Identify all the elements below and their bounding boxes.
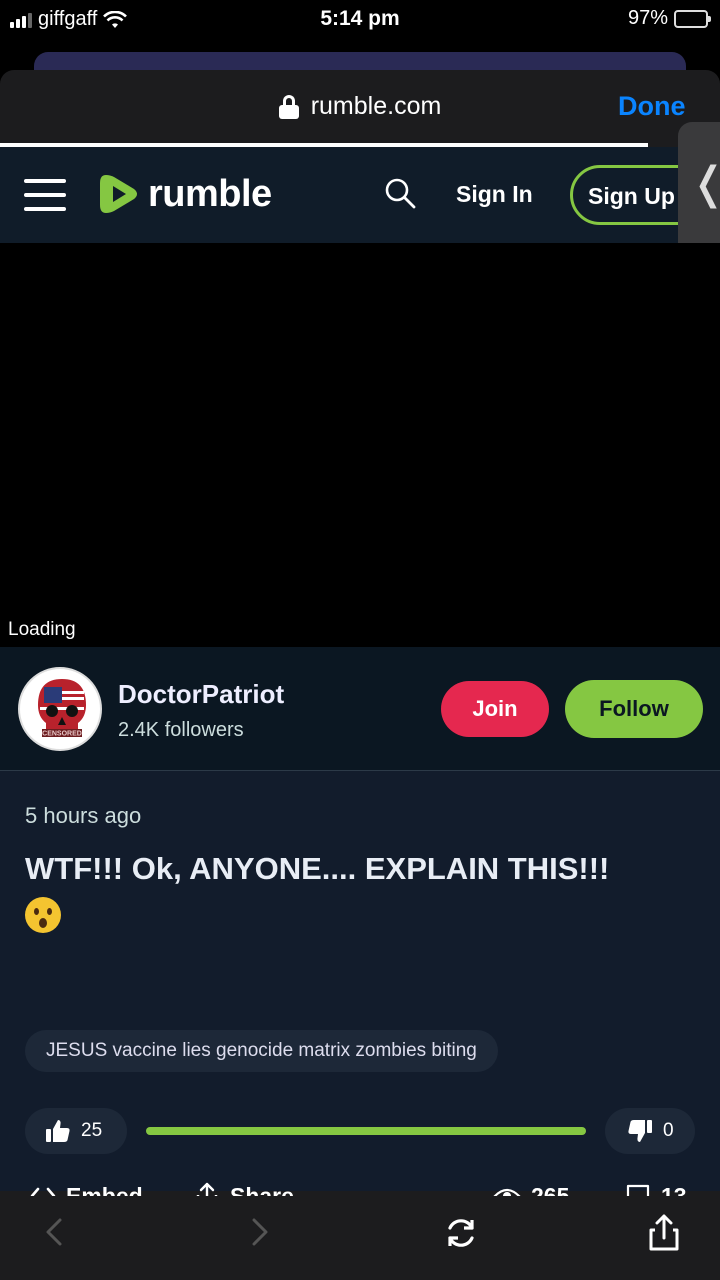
video-details: 5 hours ago WTF!!! Ok, ANYONE.... EXPLAI… xyxy=(0,771,720,1262)
lock-icon xyxy=(278,94,299,119)
follow-button[interactable]: Follow xyxy=(565,680,703,738)
rumble-logo[interactable]: rumble xyxy=(98,171,272,217)
channel-bar: CENSORED DoctorPatriot 2.4K followers Jo… xyxy=(0,647,720,771)
battery-status: 97% xyxy=(627,7,711,30)
dislike-button[interactable]: 0 xyxy=(605,1108,695,1154)
skull-flag-icon: CENSORED xyxy=(38,679,86,738)
video-loading-text: Loading xyxy=(8,619,76,640)
browser-sheet: rumble.com Done rumble Sign In Sign Up ❬… xyxy=(0,70,720,1280)
url-bar: rumble.com Done xyxy=(0,70,720,144)
like-ratio-bar xyxy=(146,1127,586,1135)
video-title: WTF!!! Ok, ANYONE.... EXPLAIN THIS!!! xyxy=(25,847,705,935)
upload-time: 5 hours ago xyxy=(25,803,142,828)
video-title-text: WTF!!! Ok, ANYONE.... EXPLAIN THIS!!! xyxy=(25,851,610,886)
clock: 5:14 pm xyxy=(320,7,400,30)
browser-toolbar xyxy=(0,1196,720,1280)
video-player[interactable]: Loading xyxy=(0,243,720,647)
battery-percent: 97% xyxy=(627,7,668,29)
reload-icon[interactable] xyxy=(442,1214,480,1252)
astonished-emoji-icon xyxy=(25,896,61,933)
video-tags[interactable]: JESUS vaccine lies genocide matrix zombi… xyxy=(25,1030,498,1072)
like-count: 25 xyxy=(81,1120,103,1141)
chevron-left-icon: ❬ xyxy=(690,158,720,209)
thumbs-down-icon xyxy=(628,1120,652,1142)
join-button[interactable]: Join xyxy=(441,681,549,737)
side-panel-handle[interactable]: ❬ xyxy=(678,122,720,262)
status-bar: giffgaff 5:14 pm 97% xyxy=(0,0,720,40)
channel-name[interactable]: DoctorPatriot xyxy=(118,679,284,710)
like-button[interactable]: 25 xyxy=(25,1108,127,1154)
menu-icon[interactable] xyxy=(24,179,66,211)
brand-name: rumble xyxy=(148,172,272,215)
done-button[interactable]: Done xyxy=(618,91,686,122)
follower-count: 2.4K followers xyxy=(118,719,244,741)
avatar[interactable]: CENSORED xyxy=(18,667,102,751)
back-icon[interactable] xyxy=(42,1214,66,1250)
share-sheet-icon[interactable] xyxy=(648,1214,680,1252)
url-display[interactable]: rumble.com xyxy=(0,92,720,121)
forward-icon[interactable] xyxy=(248,1214,272,1250)
battery-icon xyxy=(674,9,711,28)
rumble-play-icon xyxy=(100,175,137,213)
url-text: rumble.com xyxy=(310,92,442,120)
thumbs-up-icon xyxy=(46,1120,70,1142)
sign-in-link[interactable]: Sign In xyxy=(456,181,533,208)
search-icon[interactable] xyxy=(384,177,416,209)
site-header: rumble Sign In Sign Up xyxy=(0,147,720,243)
svg-text:CENSORED: CENSORED xyxy=(42,731,82,738)
dislike-count: 0 xyxy=(663,1120,674,1141)
